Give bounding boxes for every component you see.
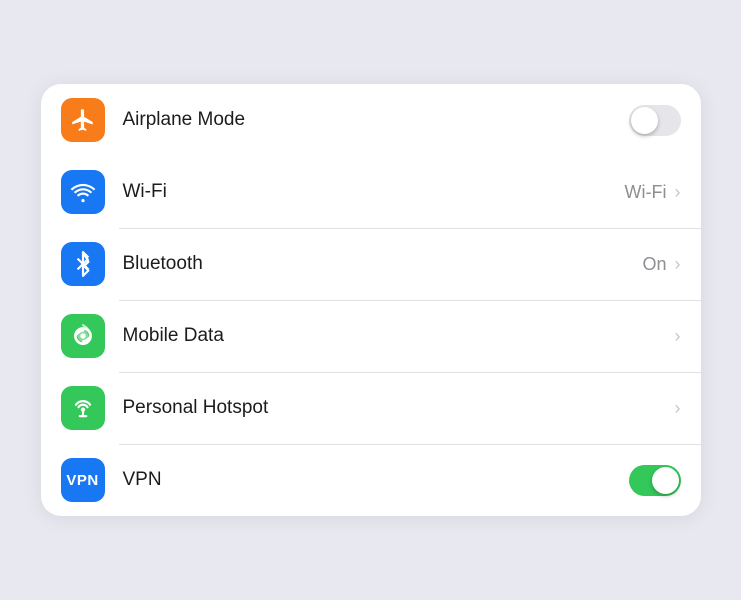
- airplane-icon-wrap: [61, 98, 105, 142]
- airplane-mode-toggle-knob: [631, 107, 658, 134]
- settings-row-bluetooth[interactable]: BluetoothOn ›: [41, 228, 701, 300]
- settings-row-airplane-mode[interactable]: Airplane Mode: [41, 84, 701, 156]
- personal-hotspot-label: Personal Hotspot: [123, 397, 673, 419]
- wifi-chevron-icon: ›: [675, 182, 681, 203]
- personal-hotspot-chevron-icon: ›: [675, 398, 681, 419]
- mobile-data-chevron-icon: ›: [675, 326, 681, 347]
- vpn-right: [629, 465, 681, 496]
- bluetooth-chevron-icon: ›: [675, 254, 681, 275]
- wifi-icon-wrap: [61, 170, 105, 214]
- mobile-data-icon-wrap: [61, 314, 105, 358]
- mobile-data-label: Mobile Data: [123, 325, 673, 347]
- settings-card: Airplane Mode Wi-FiWi-Fi › BluetoothOn › M…: [41, 84, 701, 516]
- bluetooth-right: On ›: [642, 254, 680, 275]
- wifi-label: Wi-Fi: [123, 181, 625, 203]
- settings-row-mobile-data[interactable]: Mobile Data›: [41, 300, 701, 372]
- hotspot-icon-wrap: [61, 386, 105, 430]
- settings-row-personal-hotspot[interactable]: Personal Hotspot›: [41, 372, 701, 444]
- vpn-label: VPN: [123, 469, 629, 491]
- mobile-data-right: ›: [673, 326, 681, 347]
- airplane-mode-toggle[interactable]: [629, 105, 681, 136]
- bluetooth-icon-wrap: [61, 242, 105, 286]
- airplane-mode-label: Airplane Mode: [123, 109, 629, 131]
- wifi-right: Wi-Fi ›: [625, 182, 681, 203]
- bluetooth-label: Bluetooth: [123, 253, 643, 275]
- vpn-text-label: VPN: [66, 472, 98, 489]
- settings-row-vpn[interactable]: VPN VPN: [41, 444, 701, 516]
- vpn-icon-wrap: VPN: [61, 458, 105, 502]
- airplane-mode-right: [629, 105, 681, 136]
- wifi-value: Wi-Fi: [625, 182, 667, 203]
- settings-row-wifi[interactable]: Wi-FiWi-Fi ›: [41, 156, 701, 228]
- vpn-toggle[interactable]: [629, 465, 681, 496]
- bluetooth-value: On: [642, 254, 666, 275]
- personal-hotspot-right: ›: [673, 398, 681, 419]
- vpn-toggle-knob: [652, 467, 679, 494]
